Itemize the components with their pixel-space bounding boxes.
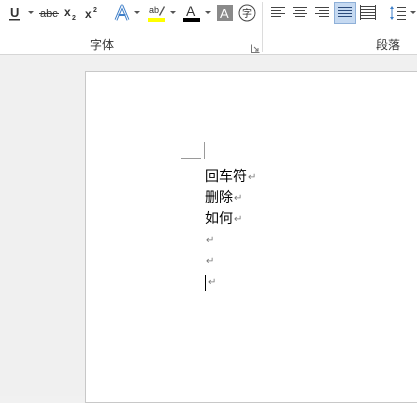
paragraph-text: 删除 bbox=[205, 190, 233, 206]
text-effects-button[interactable] bbox=[112, 2, 132, 24]
paragraph[interactable]: ↵ bbox=[205, 251, 256, 272]
paragraph-group-label: 段落 bbox=[376, 38, 401, 52]
align-left-button[interactable] bbox=[268, 2, 288, 24]
text-effects-icon bbox=[114, 4, 130, 21]
distributed-button[interactable] bbox=[358, 2, 378, 24]
svg-text:x: x bbox=[64, 5, 71, 19]
underline-dropdown[interactable] bbox=[27, 2, 35, 24]
text-cursor bbox=[205, 274, 206, 291]
line-spacing-dropdown[interactable] bbox=[409, 2, 417, 24]
distributed-icon bbox=[360, 5, 376, 20]
chevron-down-icon bbox=[134, 11, 140, 14]
paragraph[interactable]: 回车符 ↵ bbox=[205, 167, 256, 188]
paragraph-mark-icon: ↵ bbox=[234, 193, 243, 204]
svg-text:x: x bbox=[85, 7, 92, 21]
paragraph-mark-icon: ↵ bbox=[234, 214, 243, 225]
chevron-down-icon bbox=[205, 11, 211, 14]
enclose-characters-icon: 字 bbox=[238, 4, 256, 22]
justify-button[interactable] bbox=[334, 2, 356, 24]
svg-text:U: U bbox=[10, 5, 19, 20]
align-right-icon bbox=[315, 7, 329, 17]
subscript-icon: x 2 bbox=[64, 5, 76, 21]
line-spacing-icon bbox=[390, 6, 406, 20]
font-color-dropdown[interactable] bbox=[204, 2, 212, 24]
font-dialog-launcher[interactable] bbox=[251, 40, 260, 53]
font-group-label: 字体 bbox=[90, 38, 115, 52]
paragraph[interactable]: 删除 ↵ bbox=[205, 188, 256, 209]
paragraph-mark-icon: ↵ bbox=[206, 256, 215, 267]
svg-text:2: 2 bbox=[72, 15, 76, 21]
ribbon-top-row: U abc x 2 x 2 ab A A 字 bbox=[0, 2, 417, 24]
paragraph-mark-icon: ↵ bbox=[208, 277, 217, 288]
line-spacing-button[interactable] bbox=[388, 2, 408, 24]
svg-text:2: 2 bbox=[93, 7, 97, 14]
strikethrough-icon: abc bbox=[39, 8, 59, 20]
text-effects-dropdown[interactable] bbox=[133, 2, 141, 24]
document-body[interactable]: 回车符 ↵ 删除 ↵ 如何 ↵ ↵ ↵ ↵ bbox=[205, 167, 256, 293]
paragraph[interactable]: ↵ bbox=[205, 230, 256, 251]
enclose-characters-button[interactable]: 字 bbox=[237, 2, 257, 24]
font-color-icon: A bbox=[183, 3, 200, 22]
paragraph-text: 回车符 bbox=[205, 169, 247, 185]
margin-corner-mark bbox=[204, 142, 205, 159]
chevron-down-icon bbox=[170, 11, 176, 14]
group-divider bbox=[262, 2, 263, 52]
superscript-icon: x 2 bbox=[85, 7, 97, 21]
character-shading-icon: A bbox=[217, 5, 233, 21]
dialog-launcher-icon bbox=[251, 44, 260, 53]
paragraph[interactable]: ↵ bbox=[205, 272, 256, 293]
highlighter-icon: ab bbox=[148, 5, 165, 22]
paragraph[interactable]: 如何 ↵ bbox=[205, 209, 256, 230]
margin-corner-mark bbox=[181, 158, 201, 159]
paragraph-text: 如何 bbox=[205, 211, 233, 227]
svg-text:字: 字 bbox=[242, 7, 252, 20]
superscript-button[interactable]: x 2 bbox=[83, 2, 101, 24]
highlight-button[interactable]: ab bbox=[147, 2, 167, 24]
underline-icon: U bbox=[9, 5, 20, 21]
chevron-down-icon bbox=[410, 11, 416, 14]
ribbon: U abc x 2 x 2 ab A A 字 字体 段落 bbox=[0, 0, 417, 55]
align-center-icon bbox=[293, 7, 307, 17]
svg-text:A: A bbox=[186, 3, 196, 19]
highlight-dropdown[interactable] bbox=[169, 2, 177, 24]
svg-text:ab: ab bbox=[149, 5, 159, 15]
paragraph-mark-icon: ↵ bbox=[248, 172, 257, 183]
subscript-button[interactable]: x 2 bbox=[62, 2, 80, 24]
align-center-button[interactable] bbox=[290, 2, 310, 24]
svg-text:A: A bbox=[220, 6, 229, 21]
underline-button[interactable]: U bbox=[6, 2, 24, 24]
align-right-button[interactable] bbox=[312, 2, 332, 24]
chevron-down-icon bbox=[28, 11, 34, 14]
align-left-icon bbox=[271, 7, 285, 17]
justify-icon bbox=[338, 7, 352, 17]
document-area: 回车符 ↵ 删除 ↵ 如何 ↵ ↵ ↵ ↵ bbox=[0, 55, 417, 403]
document-page[interactable]: 回车符 ↵ 删除 ↵ 如何 ↵ ↵ ↵ ↵ bbox=[85, 71, 417, 403]
font-color-button[interactable]: A bbox=[182, 2, 202, 24]
character-shading-button[interactable]: A bbox=[216, 2, 234, 24]
paragraph-mark-icon: ↵ bbox=[206, 235, 215, 246]
strikethrough-button[interactable]: abc bbox=[38, 2, 60, 24]
